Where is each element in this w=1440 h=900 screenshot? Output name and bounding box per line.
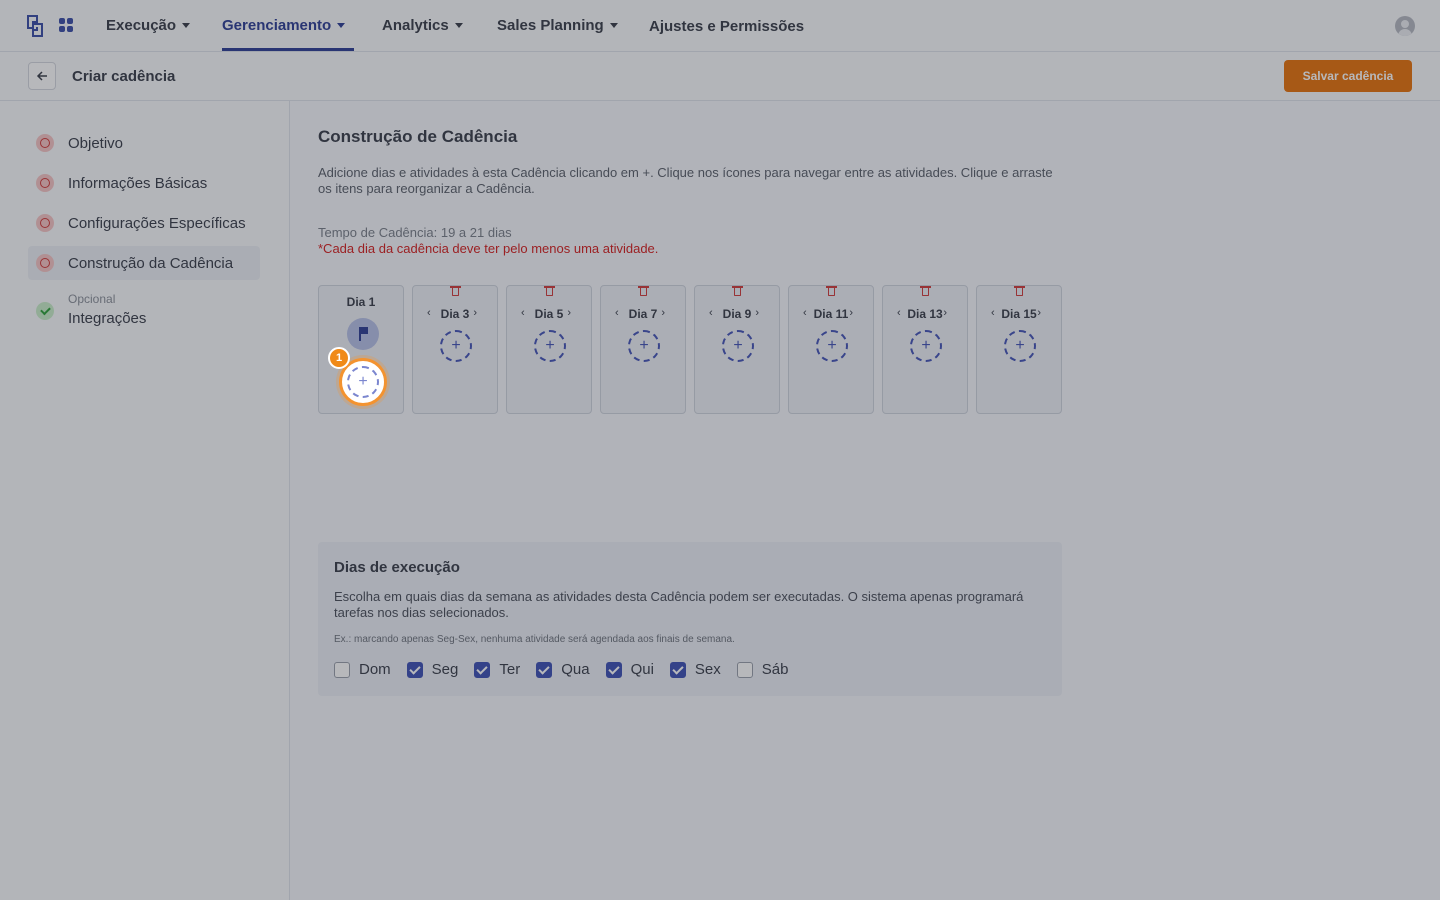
- tour-step-badge: 1: [328, 347, 350, 369]
- tour-overlay: [0, 0, 1440, 900]
- add-activity-icon: +: [347, 366, 379, 398]
